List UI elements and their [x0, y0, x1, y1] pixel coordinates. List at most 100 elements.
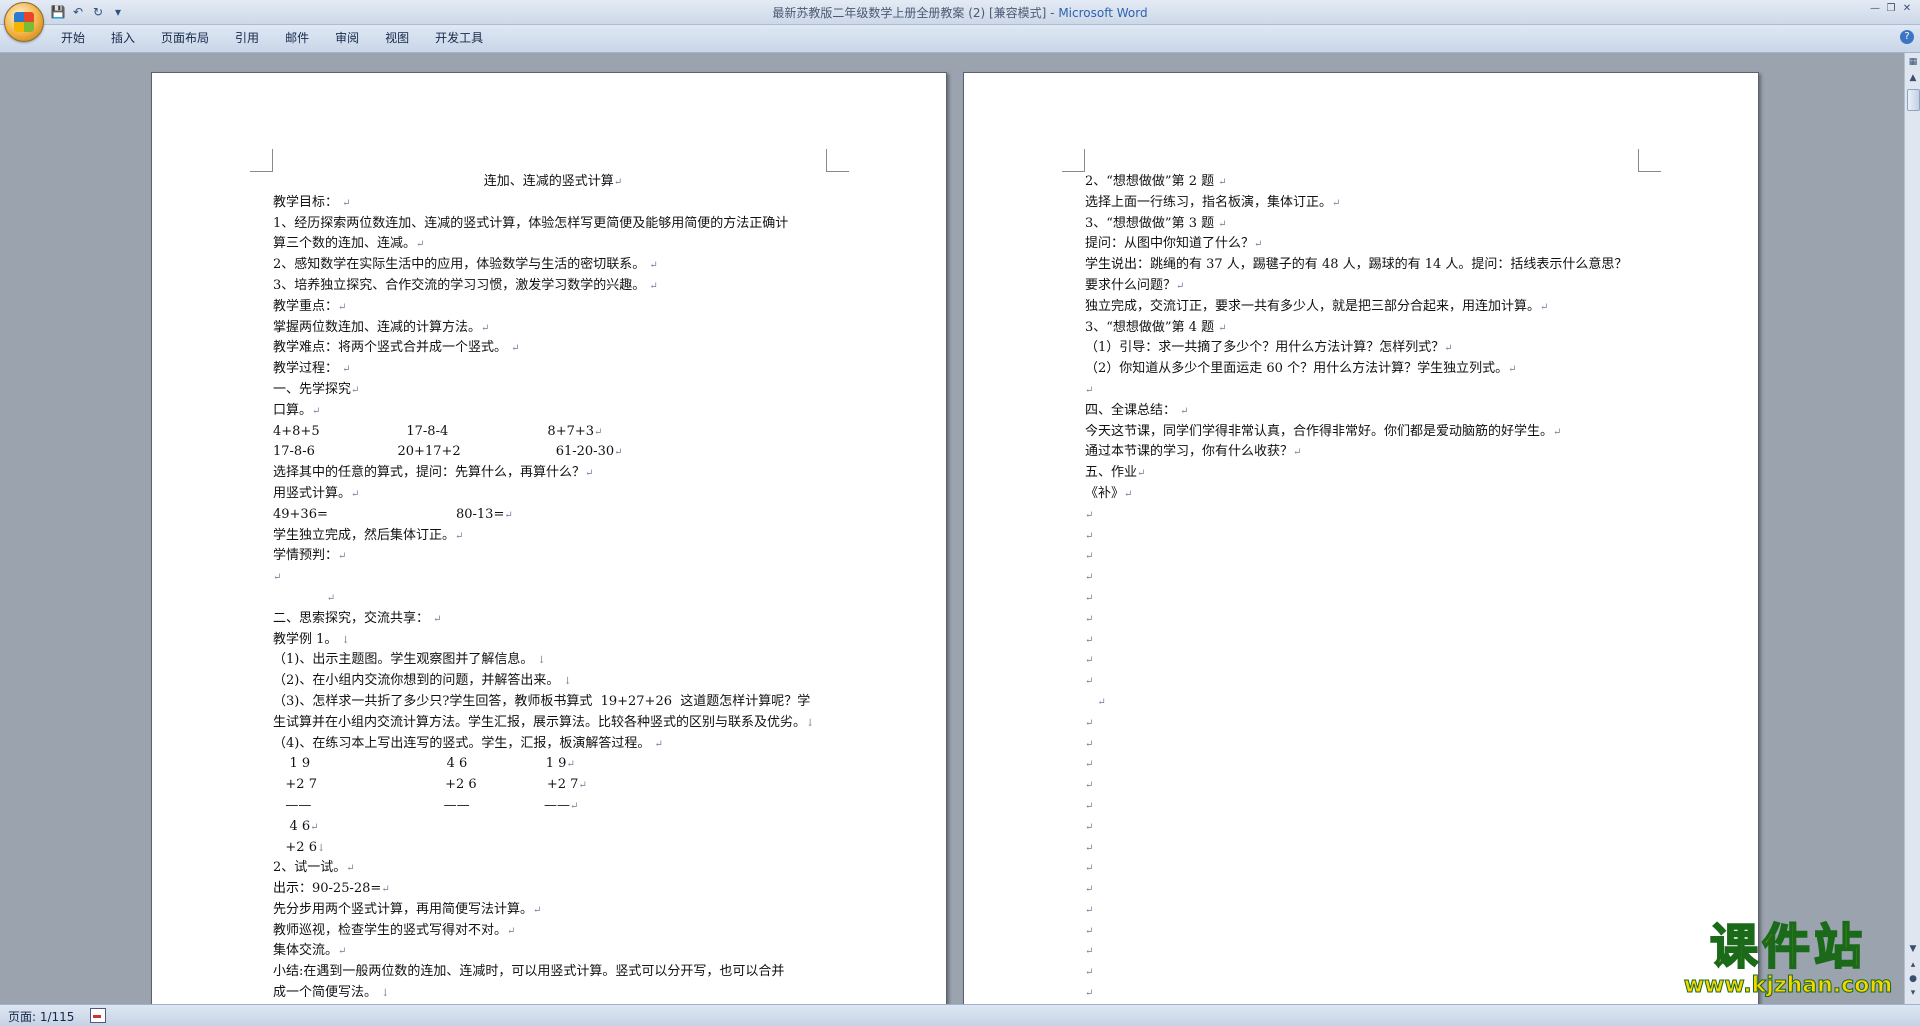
- document-paragraph[interactable]: 算三个数的连加、连减。↵: [273, 234, 833, 255]
- document-paragraph[interactable]: 17-8-6 20+17+2 61-20-30↵: [273, 442, 833, 463]
- document-paragraph[interactable]: ↵: [1085, 630, 1645, 651]
- document-paragraph[interactable]: ↵: [1085, 588, 1645, 609]
- document-paragraph[interactable]: —— —— ——↵: [273, 796, 833, 817]
- document-paragraph[interactable]: （2）你知道从多少个里面运走 60 个？用什么方法计算？学生独立列式。↵: [1085, 359, 1645, 380]
- document-paragraph[interactable]: 成一个简便写法。 ↓: [273, 983, 833, 1004]
- ribbon-tab[interactable]: 开始: [48, 30, 98, 46]
- ribbon-tab[interactable]: 引用: [222, 30, 272, 46]
- document-paragraph[interactable]: 教学目标： ↵: [273, 193, 833, 214]
- page-2-text[interactable]: 2、“想想做做”第 2 题 ↵ 选择上面一行练习，指名板演，集体订正。↵ 3、“想想…: [1085, 172, 1645, 1004]
- document-paragraph[interactable]: （1)、出示主题图。学生观察图并了解信息。 ↓: [273, 650, 833, 671]
- scroll-up-icon[interactable]: ▲: [1906, 71, 1920, 85]
- document-paragraph[interactable]: 3、培养独立探究、合作交流的学习习惯，激发学习数学的兴趣。 ↵: [273, 276, 833, 297]
- document-paragraph[interactable]: 连加、连减的竖式计算↵: [273, 172, 833, 193]
- document-paragraph[interactable]: 1、经历探索两位数连加、连减的竖式计算，体验怎样写更简便及能够用简便的方法正确计: [273, 214, 833, 235]
- document-paragraph[interactable]: ↵: [273, 588, 833, 609]
- document-paragraph[interactable]: 先分步用两个竖式计算，再用简便写法计算。↵: [273, 900, 833, 921]
- document-paragraph[interactable]: 选择上面一行练习，指名板演，集体订正。↵: [1085, 193, 1645, 214]
- document-paragraph[interactable]: ↵: [1085, 754, 1645, 775]
- document-page-1[interactable]: 连加、连减的竖式计算↵ 教学目标： ↵ 1、经历探索两位数连加、连减的竖式计算，体验…: [151, 72, 947, 1004]
- document-paragraph[interactable]: 四、全课总结： ↵: [1085, 401, 1645, 422]
- document-paragraph[interactable]: 《补》↵: [1085, 484, 1645, 505]
- document-paragraph[interactable]: 生试算并在小组内交流计算方法。学生汇报，展示算法。比较各种竖式的区别与联系及优劣…: [273, 713, 833, 734]
- ribbon-tab[interactable]: 审阅: [322, 30, 372, 46]
- scrollbar-thumb[interactable]: [1907, 89, 1920, 111]
- document-paragraph[interactable]: 要求什么问题？↵: [1085, 276, 1645, 297]
- minimize-icon[interactable]: —: [1868, 2, 1882, 16]
- ribbon-tab[interactable]: 开发工具: [422, 30, 496, 46]
- previous-page-icon[interactable]: ▴: [1906, 958, 1920, 972]
- document-paragraph[interactable]: 小结:在遇到一般两位数的连加、连减时，可以用竖式计算。竖式可以分开写，也可以合并: [273, 962, 833, 983]
- document-paragraph[interactable]: ↵: [1085, 671, 1645, 692]
- document-paragraph[interactable]: ↵: [1085, 546, 1645, 567]
- document-paragraph[interactable]: 教学重点：↵: [273, 297, 833, 318]
- document-paragraph[interactable]: ↵: [1085, 505, 1645, 526]
- ruler-toggle-icon[interactable]: ▦: [1906, 55, 1920, 69]
- document-paragraph[interactable]: 通过本节课的学习，你有什么收获？↵: [1085, 442, 1645, 463]
- document-paragraph[interactable]: ↵: [1085, 650, 1645, 671]
- document-paragraph[interactable]: ↵: [273, 567, 833, 588]
- document-paragraph[interactable]: ↵: [1085, 567, 1645, 588]
- document-paragraph[interactable]: ↵: [1085, 609, 1645, 630]
- document-paragraph[interactable]: 3、“想想做做”第 3 题 ↵: [1085, 214, 1645, 235]
- help-icon[interactable]: ?: [1900, 30, 1914, 44]
- document-workspace[interactable]: 连加、连减的竖式计算↵ 教学目标： ↵ 1、经历探索两位数连加、连减的竖式计算，体验…: [0, 53, 1904, 1004]
- document-paragraph[interactable]: 2、试一试。↵: [273, 858, 833, 879]
- document-paragraph[interactable]: 独立完成，交流订正，要求一共有多少人，就是把三部分合起来，用连加计算。↵: [1085, 297, 1645, 318]
- document-paragraph[interactable]: 学生说出：跳绳的有 37 人，踢毽子的有 48 人，踢球的有 14 人。提问：括…: [1085, 255, 1645, 276]
- document-paragraph[interactable]: 教学难点：将两个竖式合并成一个竖式。 ↵: [273, 338, 833, 359]
- document-paragraph[interactable]: （3)、怎样求一共折了多少只?学生回答，教师板书算式 19+27+26 这道题怎…: [273, 692, 833, 713]
- document-paragraph[interactable]: 掌握两位数连加、连减的计算方法。↵: [273, 318, 833, 339]
- ribbon-tab[interactable]: 视图: [372, 30, 422, 46]
- office-button[interactable]: [4, 2, 44, 42]
- document-paragraph[interactable]: ↵: [1085, 775, 1645, 796]
- close-icon[interactable]: ✕: [1900, 2, 1914, 16]
- document-paragraph[interactable]: 选择其中的任意的算式，提问：先算什么，再算什么？↵: [273, 463, 833, 484]
- document-paragraph[interactable]: +2 7 +2 6 +2 7↵: [273, 775, 833, 796]
- document-page-2[interactable]: 2、“想想做做”第 2 题 ↵ 选择上面一行练习，指名板演，集体订正。↵ 3、“想想…: [963, 72, 1759, 1004]
- document-paragraph[interactable]: 4 6↵: [273, 817, 833, 838]
- proofing-icon[interactable]: [90, 1008, 106, 1023]
- page-count[interactable]: 页面: 1/115: [8, 1008, 74, 1025]
- document-paragraph[interactable]: 提问：从图中你知道了什么？↵: [1085, 234, 1645, 255]
- next-page-icon[interactable]: ▾: [1906, 986, 1920, 1000]
- document-paragraph[interactable]: ↵: [1085, 983, 1645, 1004]
- document-paragraph[interactable]: ↵: [1085, 380, 1645, 401]
- scroll-down-icon[interactable]: ▼: [1906, 942, 1920, 956]
- document-paragraph[interactable]: ↵: [1085, 734, 1645, 755]
- document-paragraph[interactable]: ↵: [1085, 858, 1645, 879]
- document-paragraph[interactable]: ↵: [1085, 941, 1645, 962]
- document-paragraph[interactable]: 用竖式计算。↵: [273, 484, 833, 505]
- document-paragraph[interactable]: ↵: [1085, 900, 1645, 921]
- document-paragraph[interactable]: ↵: [1085, 796, 1645, 817]
- document-paragraph[interactable]: 2、感知数学在实际生活中的应用，体验数学与生活的密切联系。 ↵: [273, 255, 833, 276]
- vertical-scrollbar[interactable]: ▦ ▲ ▼ ▴ ● ▾: [1904, 53, 1920, 1004]
- select-browse-object-icon[interactable]: ●: [1906, 972, 1920, 986]
- restore-icon[interactable]: ❐: [1884, 2, 1898, 16]
- document-paragraph[interactable]: 教学过程： ↵: [273, 359, 833, 380]
- ribbon-tab[interactable]: 插入: [98, 30, 148, 46]
- document-paragraph[interactable]: +2 6↓: [273, 838, 833, 859]
- document-paragraph[interactable]: 教学例 1。 ↓: [273, 630, 833, 651]
- document-paragraph[interactable]: （2)、在小组内交流你想到的问题，并解答出来。 ↓: [273, 671, 833, 692]
- ribbon-tab[interactable]: 邮件: [272, 30, 322, 46]
- page-1-text[interactable]: 连加、连减的竖式计算↵ 教学目标： ↵ 1、经历探索两位数连加、连减的竖式计算，体验…: [273, 172, 833, 1004]
- document-paragraph[interactable]: ↵: [1085, 692, 1645, 713]
- document-paragraph[interactable]: 1 9 4 6 1 9↵: [273, 754, 833, 775]
- document-paragraph[interactable]: 4+8+5 17-8-4 8+7+3↵: [273, 422, 833, 443]
- document-paragraph[interactable]: 3、“想想做做”第 4 题 ↵: [1085, 318, 1645, 339]
- document-paragraph[interactable]: 今天这节课，同学们学得非常认真，合作得非常好。你们都是爱动脑筋的好学生。↵: [1085, 422, 1645, 443]
- document-paragraph[interactable]: 2、“想想做做”第 2 题 ↵: [1085, 172, 1645, 193]
- document-paragraph[interactable]: ↵: [1085, 921, 1645, 942]
- document-paragraph[interactable]: 集体交流。↵: [273, 941, 833, 962]
- document-paragraph[interactable]: ↵: [1085, 817, 1645, 838]
- document-paragraph[interactable]: （4)、在练习本上写出连写的竖式。学生，汇报，板演解答过程。 ↵: [273, 734, 833, 755]
- document-paragraph[interactable]: ↵: [1085, 962, 1645, 983]
- document-paragraph[interactable]: 一、先学探究↵: [273, 380, 833, 401]
- document-paragraph[interactable]: ↵: [1085, 838, 1645, 859]
- document-paragraph[interactable]: 学情预判：↵: [273, 546, 833, 567]
- document-paragraph[interactable]: 出示：90-25-28=↵: [273, 879, 833, 900]
- document-paragraph[interactable]: 49+36= 80-13=↵: [273, 505, 833, 526]
- document-paragraph[interactable]: ↵: [1085, 879, 1645, 900]
- document-paragraph[interactable]: （1）引导：求一共摘了多少个？用什么方法计算？怎样列式？↵: [1085, 338, 1645, 359]
